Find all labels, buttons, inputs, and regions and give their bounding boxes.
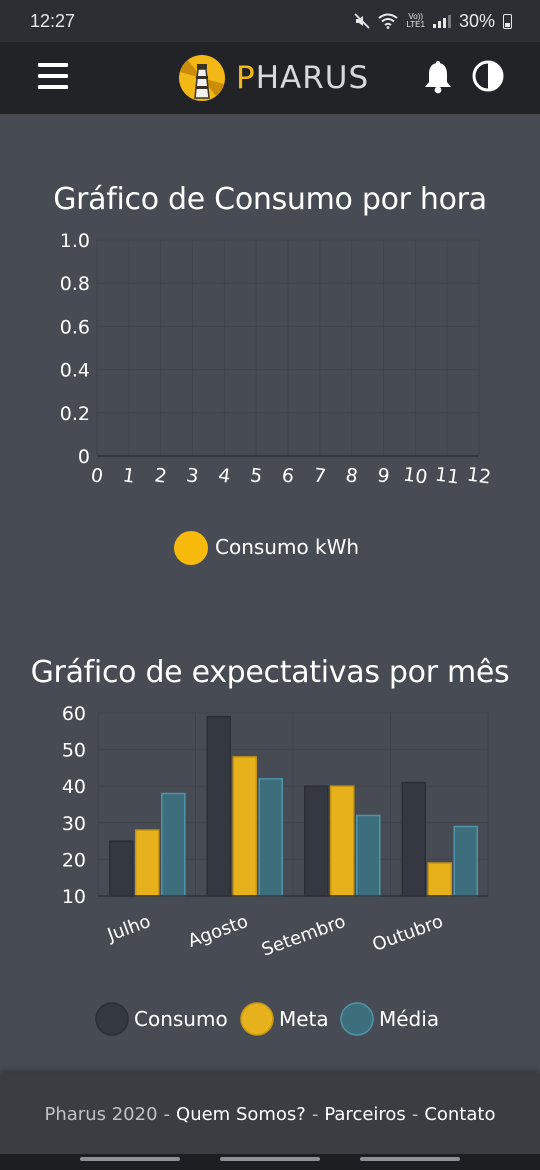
x-tick-label: 0: [89, 464, 104, 487]
legend-swatch-media: [340, 1002, 374, 1036]
legend-label-media: Média: [379, 1007, 439, 1031]
lighthouse-logo: [179, 55, 225, 101]
x-tick-label: 12: [465, 463, 492, 488]
bell-icon[interactable]: [422, 60, 454, 94]
contrast-icon[interactable]: [472, 60, 504, 92]
y-tick-label: 50: [62, 740, 86, 762]
footer-separator: -: [163, 1103, 171, 1125]
legend-swatch-consumo: [95, 1002, 129, 1036]
bar-meta-agosto: [232, 756, 257, 897]
monthly-expectations-chart: 10 20 30 40 50 60 Julho Agosto Setembro Outubro Co…: [62, 703, 489, 1036]
mute-icon: [354, 13, 371, 29]
y-tick-label: 0: [78, 446, 90, 468]
x-tick-label: 1: [121, 464, 136, 487]
bar-consumo-agosto: [206, 715, 231, 897]
x-category-label: Setembro: [259, 911, 349, 961]
legend-label-meta: Meta: [279, 1007, 329, 1031]
x-tick-label: 8: [344, 464, 359, 487]
x-tick-label: 9: [376, 464, 391, 487]
battery-percent: 30%: [458, 10, 495, 31]
footer-link-contato[interactable]: Contato: [424, 1104, 495, 1125]
brand[interactable]: PHARUS: [178, 54, 369, 102]
bar-media-setembro: [356, 814, 381, 897]
legend-label-consumo-kwh: Consumo kWh: [215, 535, 359, 559]
bar-meta-outubro: [427, 862, 452, 897]
legend-label-consumo: Consumo: [134, 1007, 228, 1031]
nav-recent-button[interactable]: [80, 1157, 180, 1161]
status-bar: 12:27 Vo)) LTE1 30%: [0, 0, 540, 42]
x-category-label: Agosto: [185, 911, 251, 952]
y-tick-label: 10: [62, 886, 86, 908]
y-tick-label: 0.8: [60, 273, 90, 295]
legend-swatch-consumo-kwh: [174, 531, 208, 565]
x-tick-label: 6: [280, 464, 295, 487]
lte-indicator: Vo)) LTE1: [406, 13, 425, 29]
bar-consumo-setembro: [304, 785, 329, 897]
x-tick-label: 5: [249, 464, 264, 487]
y-tick-label: 30: [62, 813, 86, 835]
y-tick-label: 0.4: [60, 360, 90, 382]
x-tick-label: 11: [434, 463, 461, 488]
lte-label: LTE1: [406, 20, 425, 29]
footer-link-quem-somos[interactable]: Quem Somos?: [176, 1104, 306, 1125]
bar-consumo-julho: [109, 840, 134, 897]
x-tick-label: 7: [312, 464, 327, 487]
x-tick-label: 4: [217, 464, 232, 487]
hourly-chart-title: Gráfico de Consumo por hora: [53, 182, 487, 217]
footer-copyright: Pharus 2020: [44, 1103, 158, 1125]
y-tick-label: 20: [62, 849, 86, 871]
x-tick-label: 3: [185, 464, 200, 487]
y-tick-label: 60: [62, 703, 86, 725]
bar-media-julho: [161, 792, 186, 897]
footer-separator: -: [411, 1103, 419, 1125]
y-tick-label: 1.0: [60, 230, 90, 252]
wifi-icon: [378, 13, 399, 29]
nav-back-button[interactable]: [360, 1157, 460, 1161]
footer-link-parceiros[interactable]: Parceiros: [324, 1104, 405, 1125]
x-tick-label: 2: [153, 464, 168, 487]
bar-meta-julho: [135, 829, 160, 897]
legend-swatch-meta: [240, 1002, 274, 1036]
status-icons: Vo)) LTE1 30%: [354, 11, 512, 32]
navbar: PHARUS: [0, 42, 540, 114]
footer-separator: -: [311, 1103, 319, 1125]
bar-consumo-outubro: [401, 781, 426, 897]
y-tick-label: 0.6: [60, 316, 90, 338]
x-category-label: Outubro: [370, 911, 446, 956]
bar-meta-setembro: [330, 785, 355, 897]
y-tick-label: 40: [62, 776, 86, 798]
battery-icon: [503, 13, 512, 29]
y-tick-label: 0.2: [60, 403, 90, 425]
x-category-label: Julho: [104, 911, 154, 946]
bar-media-agosto: [258, 778, 283, 897]
nav-home-button[interactable]: [220, 1157, 320, 1161]
footer: Pharus 2020 - Quem Somos? - Parceiros - …: [0, 1074, 540, 1154]
system-navigation-bar: [0, 1154, 540, 1170]
menu-icon[interactable]: [38, 63, 68, 89]
brand-name: PHARUS: [236, 60, 370, 96]
monthly-chart-title: Gráfico de expectativas por mês: [30, 655, 510, 690]
status-time: 12:27: [30, 10, 76, 31]
signal-icon: [432, 14, 451, 28]
x-tick-label: 10: [402, 463, 429, 488]
bar-media-outubro: [453, 825, 478, 897]
hourly-consumption-chart: 00.20.40.60.81.00 1 2 3 4 5 6 7 8 9 10 11 12Consumo …: [60, 230, 493, 565]
